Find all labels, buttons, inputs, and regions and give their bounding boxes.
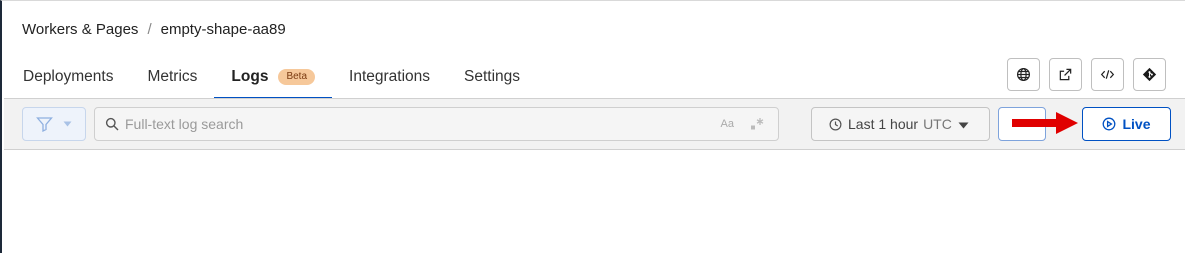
- beta-badge: Beta: [278, 69, 316, 85]
- edit-code-button[interactable]: [1091, 58, 1124, 91]
- filter-icon: [36, 117, 53, 132]
- search-input[interactable]: [125, 116, 705, 132]
- search-icon: [105, 117, 119, 131]
- play-circle-icon: [1103, 117, 1116, 131]
- visit-site-button[interactable]: [1007, 58, 1040, 91]
- tab-label: Metrics: [147, 68, 198, 85]
- timezone-label: UTC: [923, 116, 952, 132]
- breadcrumb-separator: /: [147, 21, 152, 38]
- code-icon: [1100, 70, 1115, 79]
- globe-icon: [1016, 67, 1031, 82]
- logs-toolbar: Aa Last 1 hour UTC: [4, 98, 1185, 150]
- tab-label: Logs: [231, 68, 269, 85]
- regex-toggle-icon[interactable]: [750, 117, 764, 131]
- app-frame: Workers & Pages / empty-shape-aa89 Deplo…: [0, 0, 1185, 253]
- breadcrumb-parent-link[interactable]: Workers & Pages: [22, 21, 138, 38]
- tab-integrations[interactable]: Integrations: [332, 56, 447, 98]
- time-range-select[interactable]: Last 1 hour UTC: [811, 107, 990, 141]
- open-external-button[interactable]: [1049, 58, 1082, 91]
- filter-button[interactable]: [22, 107, 86, 141]
- log-search-field[interactable]: Aa: [94, 107, 779, 141]
- header-actions: [1007, 58, 1166, 91]
- breadcrumb-current: empty-shape-aa89: [160, 21, 286, 38]
- tab-metrics[interactable]: Metrics: [130, 56, 214, 98]
- external-link-icon: [1059, 68, 1072, 81]
- time-range-label: Last 1 hour: [848, 116, 919, 132]
- tab-label: Settings: [464, 68, 521, 85]
- chevron-down-icon: [958, 122, 969, 129]
- tab-logs[interactable]: Logs Beta: [214, 56, 332, 99]
- git-icon: [1142, 67, 1157, 82]
- tab-label: Integrations: [349, 68, 431, 85]
- chevron-down-icon: [63, 121, 72, 127]
- live-button[interactable]: Live: [1082, 107, 1171, 141]
- tab-settings[interactable]: Settings: [447, 56, 537, 98]
- breadcrumb: Workers & Pages / empty-shape-aa89: [22, 21, 286, 38]
- match-case-toggle[interactable]: Aa: [721, 118, 734, 130]
- tab-label: Deployments: [23, 68, 114, 85]
- clock-icon: [829, 118, 842, 130]
- git-button[interactable]: [1133, 58, 1166, 91]
- tab-deployments[interactable]: Deployments: [6, 56, 130, 98]
- annotation-arrow-icon: [1012, 112, 1078, 134]
- tab-bar: Deployments Metrics Logs Beta Integratio…: [6, 56, 537, 99]
- live-label: Live: [1122, 116, 1151, 132]
